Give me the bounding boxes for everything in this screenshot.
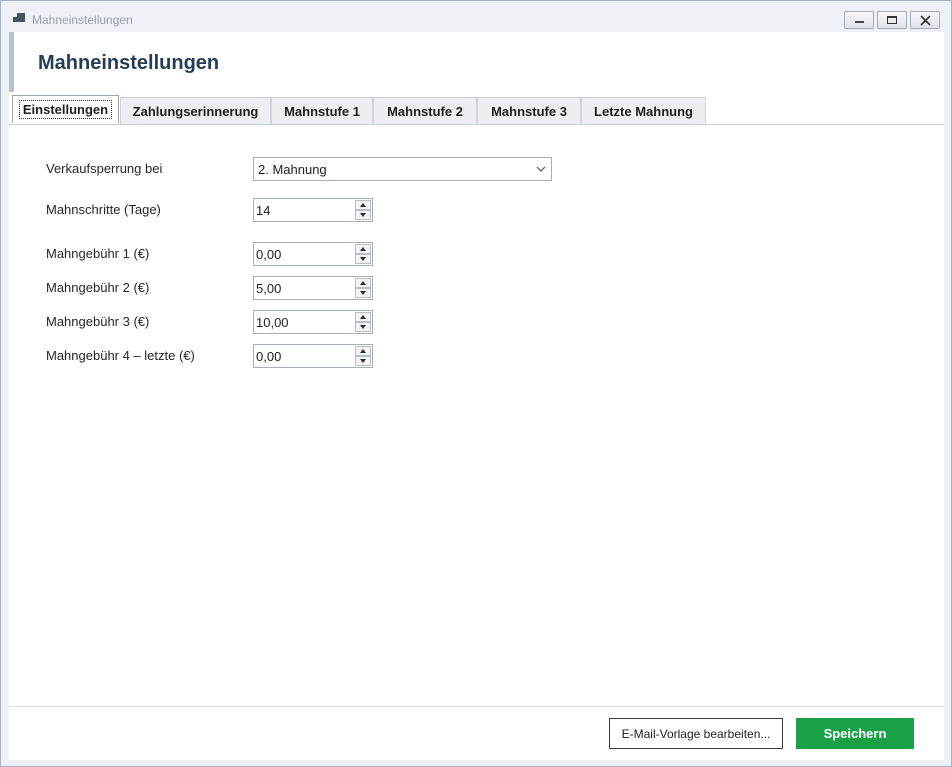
tab-mahnstufe-2[interactable]: Mahnstufe 2	[373, 97, 477, 125]
tab-mahnstufe-1[interactable]: Mahnstufe 1	[271, 97, 373, 125]
fee-1-stepper[interactable]: 0,00	[253, 242, 373, 266]
tab-label: Mahnstufe 3	[491, 104, 567, 119]
stepper-down-button[interactable]	[355, 210, 371, 220]
stepper-up-button[interactable]	[355, 244, 371, 254]
tab-divider	[9, 124, 944, 125]
stepper-up-button[interactable]	[355, 346, 371, 356]
tab-zahlungserinnerung[interactable]: Zahlungserinnerung	[120, 97, 271, 125]
stepper-arrows	[355, 278, 371, 298]
restore-icon	[887, 16, 897, 24]
fee-3-value[interactable]: 10,00	[256, 315, 289, 330]
stepper-arrows	[355, 312, 371, 332]
dunning-steps-stepper[interactable]: 14	[253, 198, 373, 222]
sales-block-label: Verkaufsperrung bei	[46, 161, 163, 176]
fee-3-stepper[interactable]: 10,00	[253, 310, 373, 334]
fee-3-label: Mahngebühr 3 (€)	[46, 314, 150, 329]
arrow-up-icon	[360, 281, 366, 285]
header-accent-bar	[9, 32, 14, 92]
stepper-down-button[interactable]	[355, 356, 371, 366]
tab-label: Zahlungserinnerung	[132, 104, 259, 119]
title-bar[interactable]: Mahneinstellungen	[1, 1, 951, 32]
dunning-steps-label: Mahnschritte (Tage)	[46, 202, 161, 217]
window-title: Mahneinstellungen	[32, 13, 133, 27]
stepper-down-button[interactable]	[355, 254, 371, 264]
chevron-down-icon	[536, 166, 546, 172]
fee-2-label: Mahngebühr 2 (€)	[46, 280, 150, 295]
arrow-up-icon	[360, 315, 366, 319]
stepper-down-button[interactable]	[355, 322, 371, 332]
tab-letzte-mahnung[interactable]: Letzte Mahnung	[581, 97, 706, 125]
stepper-up-button[interactable]	[355, 278, 371, 288]
arrow-down-icon	[360, 213, 366, 217]
save-button[interactable]: Speichern	[796, 718, 914, 749]
minimize-button[interactable]	[844, 11, 874, 29]
fee-4-stepper[interactable]: 0,00	[253, 344, 373, 368]
edit-email-template-button[interactable]: E-Mail-Vorlage bearbeiten...	[609, 718, 783, 749]
app-window: Mahneinstellungen Mahneinstellungen Eins…	[0, 0, 952, 767]
arrow-up-icon	[360, 247, 366, 251]
arrow-up-icon	[360, 203, 366, 207]
arrow-down-icon	[360, 291, 366, 295]
stepper-arrows	[355, 244, 371, 264]
arrow-down-icon	[360, 257, 366, 261]
close-button[interactable]	[910, 11, 940, 29]
minimize-icon	[855, 21, 864, 23]
fee-4-value[interactable]: 0,00	[256, 349, 281, 364]
tab-einstellungen[interactable]: Einstellungen	[12, 95, 119, 123]
footer-divider	[9, 706, 944, 707]
fee-2-stepper[interactable]: 5,00	[253, 276, 373, 300]
fee-1-label: Mahngebühr 1 (€)	[46, 246, 150, 261]
stepper-down-button[interactable]	[355, 288, 371, 298]
dunning-steps-value[interactable]: 14	[256, 203, 270, 218]
arrow-down-icon	[360, 325, 366, 329]
fee-4-label: Mahngebühr 4 – letzte (€)	[46, 348, 195, 363]
app-icon	[13, 13, 25, 25]
arrow-up-icon	[360, 349, 366, 353]
tab-label: Mahnstufe 1	[284, 104, 360, 119]
tab-label: Einstellungen	[18, 100, 113, 119]
stepper-arrows	[355, 200, 371, 220]
tab-strip: Einstellungen Zahlungserinnerung Mahnstu…	[9, 95, 944, 125]
sales-block-value: 2. Mahnung	[258, 162, 327, 177]
fee-2-value[interactable]: 5,00	[256, 281, 281, 296]
stepper-up-button[interactable]	[355, 312, 371, 322]
sales-block-dropdown[interactable]: 2. Mahnung	[253, 157, 552, 181]
fee-1-value[interactable]: 0,00	[256, 247, 281, 262]
restore-button[interactable]	[877, 11, 907, 29]
tab-label: Mahnstufe 2	[387, 104, 463, 119]
close-icon	[920, 15, 931, 26]
dialog-content: Mahneinstellungen Einstellungen Zahlungs…	[9, 32, 944, 760]
tab-label: Letzte Mahnung	[594, 104, 693, 119]
arrow-down-icon	[360, 359, 366, 363]
stepper-up-button[interactable]	[355, 200, 371, 210]
tab-mahnstufe-3[interactable]: Mahnstufe 3	[477, 97, 581, 125]
stepper-arrows	[355, 346, 371, 366]
page-title: Mahneinstellungen	[38, 52, 220, 74]
